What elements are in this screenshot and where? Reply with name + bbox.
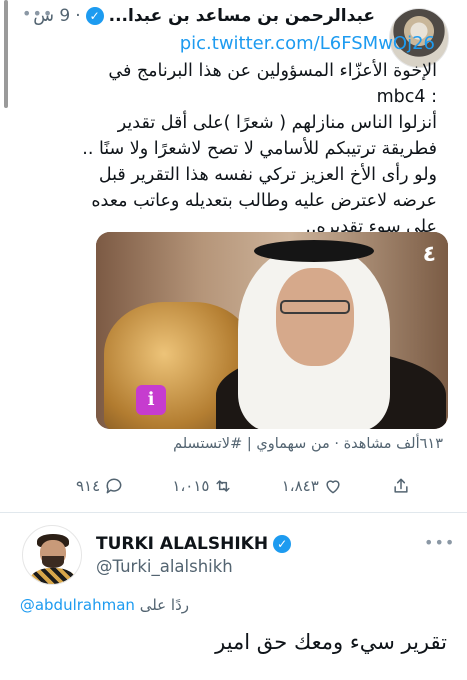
verified-badge-icon: ✓ (85, 7, 104, 25)
tweet-text-line: أنزلوا الناس منازلهم ( شعرًا )على أقل تق… (117, 113, 437, 133)
retweet-icon (216, 480, 231, 492)
reply-count: ٩١٤ (76, 477, 101, 495)
view-count: ٦١٣ألف مشاهدة (343, 436, 443, 452)
author-handle[interactable]: @Turki_alalshikh (96, 557, 233, 576)
reply-button[interactable]: ٩١٤ (76, 476, 124, 496)
tweet-text-line: فطريقة ترتيبكم للأسامي لا تصح لاشعرًا ول… (82, 139, 437, 159)
avatar-shirt (29, 568, 77, 584)
tweet-actions: ٩١٤ ١،٠١٥ ١،٨٤٣ (76, 476, 411, 496)
heart-icon (326, 480, 340, 494)
video-thumbnail[interactable]: ٤ ℹ (96, 232, 448, 429)
tweet-text: تقرير سيء ومعك حق امير (215, 630, 447, 654)
separator-dot: · (329, 436, 339, 452)
tweet-text-line: عرضه لاعترض عليه وطالب بتعديله وعاتب معد… (91, 191, 437, 211)
replying-to: ردًا على @abdulrahman (20, 596, 189, 614)
verified-badge-icon: ✓ (273, 535, 292, 553)
author-name[interactable]: TURKI ALALSHIKH (96, 534, 268, 554)
tweet-source[interactable]: من سهماوي (256, 436, 329, 452)
divider (0, 512, 467, 513)
tweet-text-line: mbc4 : (376, 87, 437, 107)
like-count: ١،٨٤٣ (281, 477, 319, 495)
tweet-text-line: الإخوة الأعزّاء المسؤولين عن هذا البرنام… (108, 61, 437, 81)
avatar-beard (42, 556, 64, 568)
share-button[interactable] (391, 476, 411, 496)
retweet-button[interactable]: ١،٠١٥ (172, 476, 233, 496)
tweet-meta: ٦١٣ألف مشاهدة · من سهماوي | #لاتستسلم (173, 436, 443, 452)
tweet-header: عبدالرحمن بن مساعد بن عبدا... ✓ · 9 س (15, 6, 375, 26)
separator-dot: · (75, 6, 81, 26)
channel-watermark: ℹ (136, 385, 166, 415)
glasses (280, 300, 350, 314)
more-options-icon[interactable]: ••• (424, 533, 455, 552)
mention-link[interactable]: @abdulrahman (20, 596, 135, 614)
agal (254, 240, 374, 262)
reply-prefix: ردًا على (139, 596, 189, 614)
retweet-count: ١،٠١٥ (172, 477, 210, 495)
avatar[interactable] (22, 525, 82, 585)
tweet-text: الإخوة الأعزّاء المسؤولين عن هذا البرنام… (82, 58, 437, 240)
channel-logo: ٤ (422, 242, 436, 267)
like-button[interactable]: ١،٨٤٣ (282, 476, 343, 496)
hashtag[interactable]: #لاتستسلم (173, 436, 242, 452)
tweet-text-line: ولو رأى الأخ العزيز تركي نفسه هذا التقري… (98, 165, 437, 185)
reply-author: TURKI ALALSHIKH ✓ (96, 534, 292, 554)
separator-bar: | (242, 436, 252, 452)
reply-icon (106, 478, 122, 494)
face (276, 268, 354, 366)
more-options-icon[interactable]: ••• (22, 4, 53, 23)
media-link[interactable]: pic.twitter.com/L6FSMwOj26 (180, 33, 435, 54)
quoted-tweet[interactable]: عبدالرحمن بن مساعد بن عبدا... ✓ · 9 س ••… (0, 0, 467, 512)
author-name[interactable]: عبدالرحمن بن مساعد بن عبدا... (109, 6, 375, 26)
share-icon (394, 478, 408, 493)
